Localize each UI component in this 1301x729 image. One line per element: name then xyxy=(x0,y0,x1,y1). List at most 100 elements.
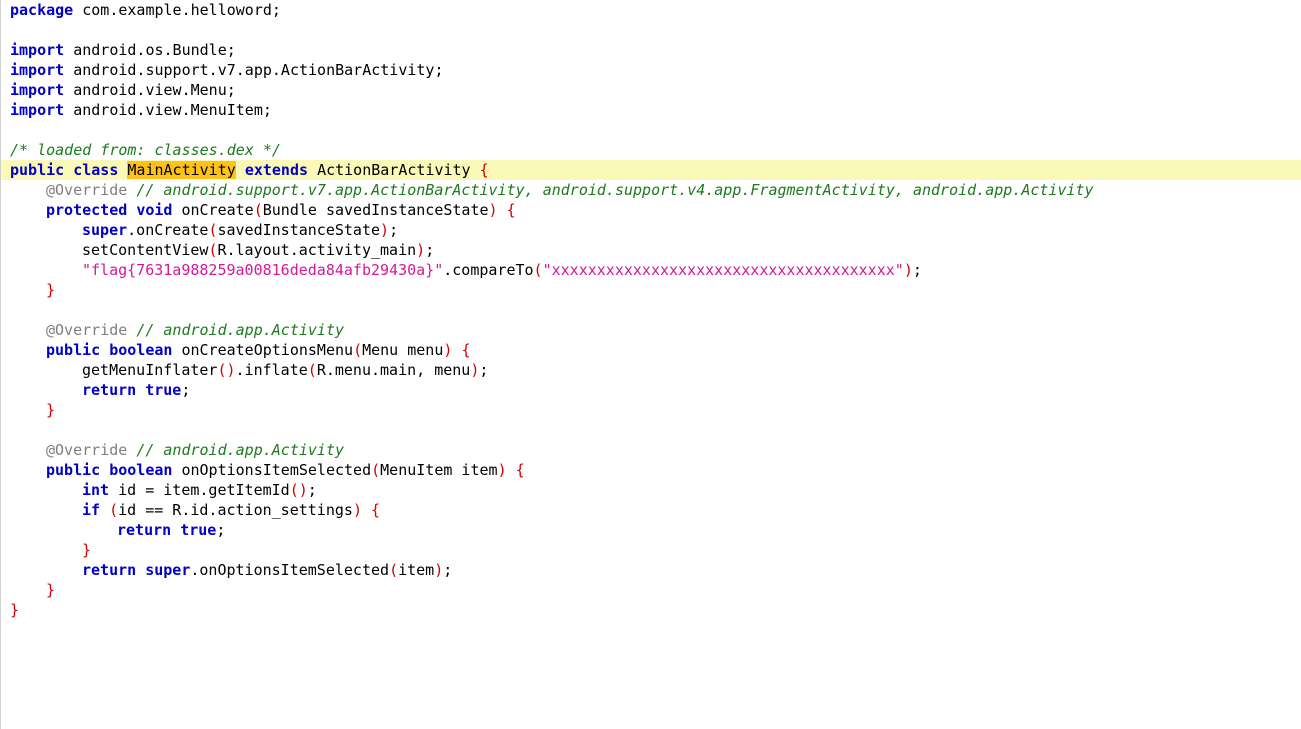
method-call: .onOptionsItemSelected xyxy=(190,561,390,579)
call-argument: R.menu.main, menu xyxy=(316,361,471,379)
method-call: .onCreate xyxy=(127,221,209,239)
semicolon: ; xyxy=(479,361,489,379)
code-line-annotation: @Override // android.app.Activity xyxy=(1,320,1301,340)
keyword-return: return xyxy=(117,521,172,539)
compare-string-literal: "xxxxxxxxxxxxxxxxxxxxxxxxxxxxxxxxxxxxxx" xyxy=(542,261,904,279)
keyword-super: super xyxy=(145,561,191,579)
override-annotation: @Override xyxy=(46,321,128,339)
code-line-package: package com.example.helloword; xyxy=(1,0,1301,20)
semicolon: ; xyxy=(425,241,435,259)
paren: ( xyxy=(389,561,399,579)
code-line-statement: "flag{7631a988259a00816deda84afb29430a}"… xyxy=(1,260,1301,280)
code-line-method-signature: public boolean onCreateOptionsMenu(Menu … xyxy=(1,340,1301,360)
import-path: android.view.MenuItem; xyxy=(64,101,272,119)
method-name-oncreateoptionsmenu[interactable]: onCreateOptionsMenu xyxy=(181,341,353,359)
package-name: com.example.helloword; xyxy=(73,1,281,19)
keyword-protected: protected xyxy=(46,201,128,219)
code-line-class-declaration: public class MainActivity extends Action… xyxy=(1,160,1301,180)
close-brace: } xyxy=(46,281,56,299)
keyword-package: package xyxy=(10,1,74,19)
loaded-from-comment: /* loaded from: classes.dex */ xyxy=(10,141,281,159)
paren: ( xyxy=(371,461,381,479)
class-name-selected[interactable]: MainActivity xyxy=(127,161,236,179)
superclass-name[interactable]: ActionBarActivity xyxy=(317,161,471,179)
code-line-close: } xyxy=(1,400,1301,420)
keyword-true: true xyxy=(145,381,182,399)
keyword-import: import xyxy=(10,41,65,59)
keyword-boolean: boolean xyxy=(109,461,173,479)
import-path: android.view.Menu; xyxy=(64,81,236,99)
paren: ) xyxy=(352,501,362,519)
code-view[interactable]: package com.example.helloword; import an… xyxy=(1,0,1301,620)
close-brace: } xyxy=(82,541,92,559)
code-line-statement: return true; xyxy=(1,380,1301,400)
open-brace: { xyxy=(461,341,471,359)
keyword-import: import xyxy=(10,61,65,79)
code-line-method-signature: public boolean onOptionsItemSelected(Men… xyxy=(1,460,1301,480)
code-line-statement: setContentView(R.layout.activity_main); xyxy=(1,240,1301,260)
paren: ) xyxy=(416,241,426,259)
method-name-onoptionsitemselected[interactable]: onOptionsItemSelected xyxy=(181,461,371,479)
paren: ( xyxy=(353,341,363,359)
method-params: Menu menu xyxy=(362,341,444,359)
code-line-import: import android.support.v7.app.ActionBarA… xyxy=(1,60,1301,80)
close-brace: } xyxy=(46,581,56,599)
code-line-method-signature: protected void onCreate(Bundle savedInst… xyxy=(1,200,1301,220)
override-annotation: @Override xyxy=(46,441,128,459)
code-line-statement: getMenuInflater().inflate(R.menu.main, m… xyxy=(1,360,1301,380)
paren: ( xyxy=(307,361,317,379)
keyword-public: public xyxy=(46,461,101,479)
method-call: setContentView xyxy=(82,241,209,259)
keyword-if: if xyxy=(82,501,101,519)
paren: ( xyxy=(253,201,263,219)
if-condition: id == R.id.action_settings xyxy=(118,501,353,519)
paren: ) xyxy=(488,201,498,219)
import-path: android.support.v7.app.ActionBarActivity… xyxy=(64,61,444,79)
keyword-import: import xyxy=(10,101,65,119)
keyword-import: import xyxy=(10,81,65,99)
code-line-statement: return true; xyxy=(1,520,1301,540)
paren: ( xyxy=(533,261,543,279)
keyword-super: super xyxy=(82,221,128,239)
empty-parens: () xyxy=(217,361,236,379)
open-brace: { xyxy=(371,501,381,519)
keyword-public: public xyxy=(10,161,65,179)
semicolon: ; xyxy=(216,521,226,539)
code-line-if: if (id == R.id.action_settings) { xyxy=(1,500,1301,520)
call-argument: savedInstanceState xyxy=(217,221,381,239)
keyword-true: true xyxy=(180,521,217,539)
semicolon: ; xyxy=(181,381,191,399)
call-argument: R.layout.activity_main xyxy=(217,241,417,259)
code-line-close: } xyxy=(1,600,1301,620)
open-brace: { xyxy=(515,461,525,479)
code-line-annotation: @Override // android.app.Activity xyxy=(1,440,1301,460)
method-name-oncreate[interactable]: onCreate xyxy=(181,201,253,219)
call-argument: item xyxy=(398,561,435,579)
keyword-return: return xyxy=(82,381,137,399)
class-close-brace: } xyxy=(10,601,20,619)
code-line-statement: return super.onOptionsItemSelected(item)… xyxy=(1,560,1301,580)
paren: ) xyxy=(443,341,453,359)
override-comment: // android.app.Activity xyxy=(136,441,345,459)
code-line-comment: /* loaded from: classes.dex */ xyxy=(1,140,1301,160)
keyword-class: class xyxy=(73,161,119,179)
method-call: getMenuInflater xyxy=(82,361,218,379)
keyword-extends: extends xyxy=(244,161,309,179)
override-comment: // android.support.v7.app.ActionBarActiv… xyxy=(136,181,1094,199)
keyword-void: void xyxy=(136,201,173,219)
keyword-boolean: boolean xyxy=(109,341,173,359)
open-brace: { xyxy=(479,161,489,179)
paren: ) xyxy=(497,461,507,479)
method-params: MenuItem item xyxy=(380,461,498,479)
method-call: .inflate xyxy=(235,361,308,379)
semicolon: ; xyxy=(912,261,922,279)
code-line-annotation: @Override // android.support.v7.app.Acti… xyxy=(1,180,1301,200)
method-params: Bundle savedInstanceState xyxy=(262,201,489,219)
code-editor[interactable]: package com.example.helloword; import an… xyxy=(0,0,1301,729)
close-brace: } xyxy=(46,401,56,419)
flag-string-literal: "flag{7631a988259a00816deda84afb29430a}" xyxy=(82,261,444,279)
